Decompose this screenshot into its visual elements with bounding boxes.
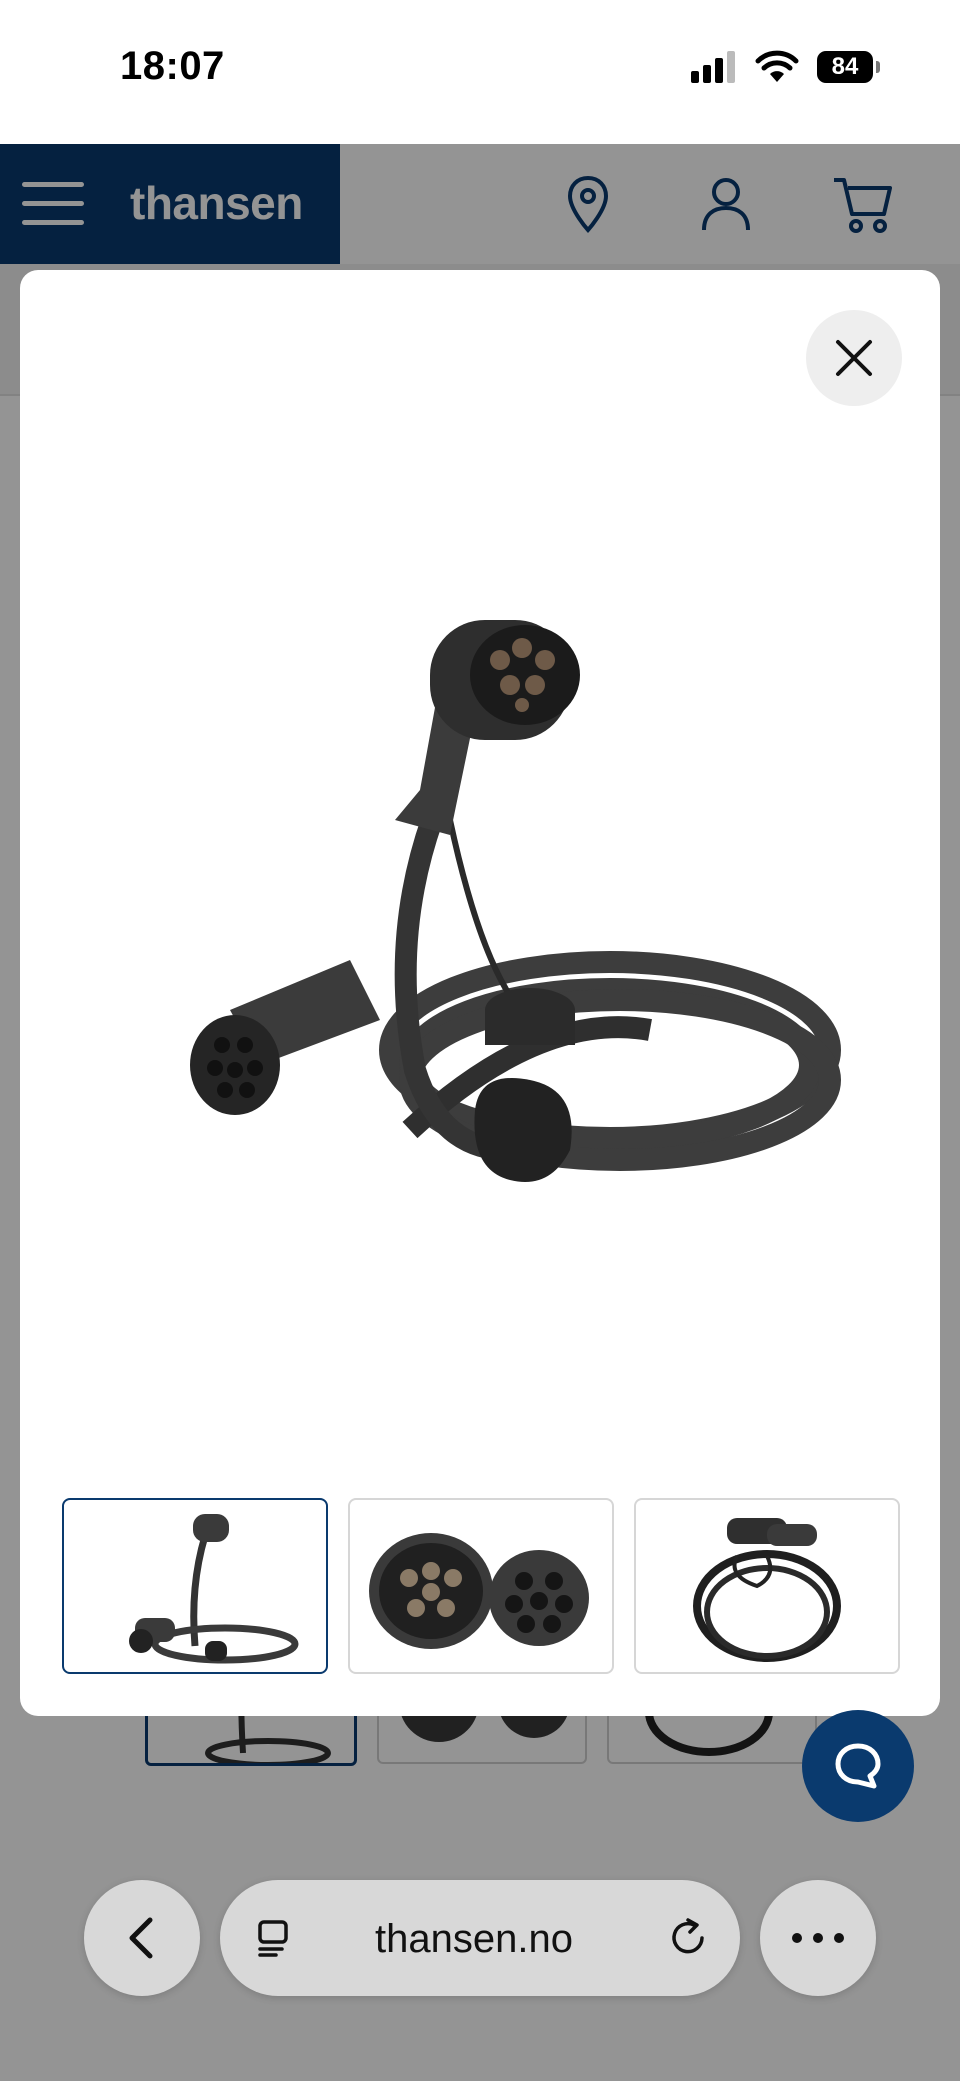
status-bar: 18:07 84	[0, 0, 960, 144]
close-button[interactable]	[806, 310, 902, 406]
signal-icon	[691, 51, 735, 83]
image-viewer-modal	[20, 270, 940, 1716]
thumbnail-strip	[62, 1498, 900, 1674]
url-text: thansen.no	[375, 1917, 573, 1961]
back-icon	[129, 1917, 153, 1959]
tabs-icon[interactable]	[256, 1918, 296, 1958]
browser-toolbar: thansen.no	[0, 1860, 960, 2020]
battery-level: 84	[817, 51, 873, 83]
battery-icon: 84	[817, 51, 880, 83]
status-icons: 84	[691, 50, 880, 84]
back-button[interactable]	[84, 1880, 200, 1996]
chat-button[interactable]	[802, 1710, 914, 1822]
thumbnail-3[interactable]	[634, 1498, 900, 1674]
status-time: 18:07	[120, 44, 225, 88]
more-button[interactable]	[760, 1880, 876, 1996]
address-bar[interactable]: thansen.no	[220, 1880, 740, 1996]
thumbnail-2[interactable]	[348, 1498, 614, 1674]
chat-bubble-icon	[835, 1743, 881, 1789]
thumbnail-1[interactable]	[62, 1498, 328, 1674]
product-image-ev-charging-cable	[190, 620, 841, 1182]
reload-icon[interactable]	[666, 1916, 710, 1960]
more-icon	[792, 1933, 844, 1943]
wifi-icon	[755, 50, 799, 82]
close-icon	[836, 340, 872, 376]
